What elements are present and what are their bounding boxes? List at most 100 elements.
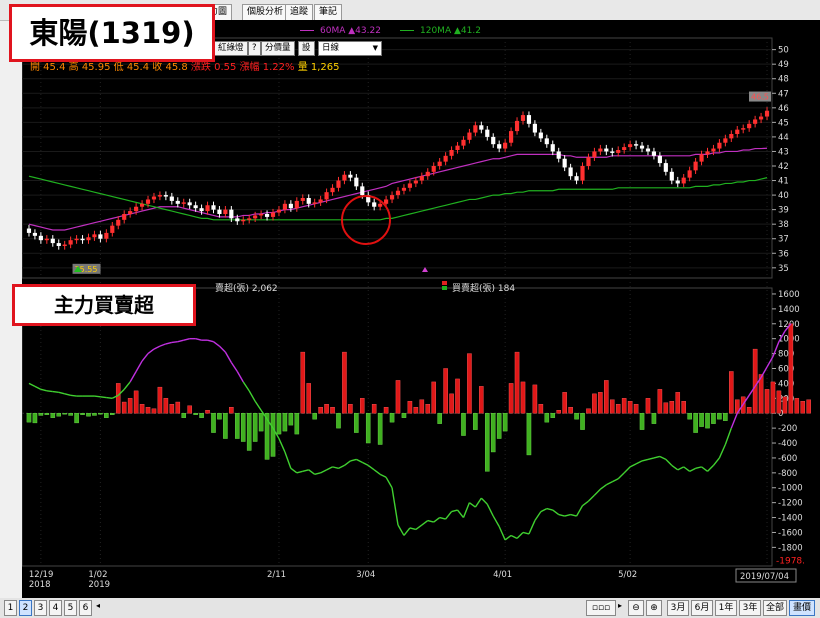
buy-sell-bar (633, 404, 639, 414)
buy-sell-bar (484, 413, 490, 472)
price-tick-label: 41 (778, 177, 789, 187)
range-3y-button[interactable]: 3年 (739, 600, 761, 616)
red-green-button[interactable]: 紅綠燈 (214, 41, 248, 56)
help-button[interactable]: ? (248, 41, 261, 56)
buy-sell-bar (294, 413, 300, 435)
buy-sell-bar (705, 413, 710, 429)
candle-body (247, 218, 252, 220)
candle-body (223, 209, 228, 214)
price-tick-label: 48 (778, 75, 789, 85)
cumulative-line-segment (606, 481, 613, 486)
tab-notes[interactable]: 筆記 (314, 4, 343, 20)
volume-tick-label: 1600 (778, 290, 800, 300)
page-button-2[interactable]: 2 (19, 600, 32, 616)
high-marker: 46.5 (749, 91, 771, 102)
cumulative-line-segment (409, 527, 417, 531)
settings-button[interactable]: 設 (298, 41, 315, 56)
range-3m-button[interactable]: 3月 (667, 600, 689, 616)
volume-tick-label: -400 (778, 439, 797, 449)
buy-sell-bar (193, 413, 198, 415)
scroll-thumb[interactable]: ▫▫▫ (586, 600, 616, 616)
cumulative-line-segment (46, 390, 53, 393)
price-volume-button[interactable]: 分價量 (261, 41, 295, 56)
price-tick-label: 43 (778, 147, 789, 157)
candle-body (276, 209, 282, 213)
price-tick-label: 50 (778, 46, 789, 56)
scroll-left-icon[interactable]: ◂ (96, 601, 100, 610)
buy-sell-bar (377, 413, 383, 445)
range-1y-button[interactable]: 1年 (715, 600, 737, 616)
buy-sell-bar (627, 401, 633, 414)
candle-body (568, 167, 573, 177)
buy-sell-bar (68, 413, 73, 416)
candle-body (163, 195, 168, 197)
cumulative-line-segment (290, 467, 298, 474)
cumulative-line-segment (456, 509, 465, 518)
price-tick-label: 44 (778, 133, 789, 143)
tab-stock-analysis[interactable]: 個股分析 (242, 4, 289, 20)
cumulative-line-segment (516, 531, 524, 539)
candle-body (604, 148, 609, 152)
candle-body (479, 125, 484, 130)
cumulative-line-segment (218, 345, 226, 353)
buy-sell-bar (205, 410, 210, 414)
cumulative-line-segment (665, 458, 673, 466)
cumulative-line-segment (350, 458, 357, 462)
buy-sell-bar (139, 404, 145, 414)
candle-body (520, 115, 526, 121)
cumulative-line-segment (344, 460, 351, 466)
cumulative-line-segment (242, 381, 250, 392)
candle-body (538, 132, 543, 139)
cumulative-line-segment (510, 534, 518, 540)
ma60-legend: 60MA ▲43.22 (320, 26, 381, 36)
page-button-4[interactable]: 4 (49, 600, 62, 616)
range-all-button[interactable]: 全部 (763, 600, 787, 616)
cumulative-line-segment (248, 390, 256, 402)
candle-body (205, 205, 210, 212)
candle-body (235, 218, 240, 222)
cumulative-line-segment (236, 371, 244, 383)
buy-sell-bar (187, 405, 192, 414)
buy-sell-bar (604, 380, 609, 414)
buy-sell-bar (538, 404, 544, 414)
page-button-1[interactable]: 1 (4, 600, 17, 616)
buy-sell-bar (806, 399, 811, 414)
volume-tick-label: -1200 (778, 499, 803, 509)
cumulative-line-segment (451, 509, 458, 513)
buy-sell-bar (455, 378, 460, 414)
page-button-6[interactable]: 6 (79, 600, 92, 616)
buy-sell-bar (693, 413, 698, 433)
buy-sell-bar (115, 383, 121, 414)
zoom-out-icon[interactable]: ⊖ (628, 600, 644, 616)
range-6m-button[interactable]: 6月 (691, 600, 713, 616)
buy-sell-bar (312, 413, 317, 420)
scroll-right-icon[interactable]: ▸ (618, 601, 622, 610)
candle-body (764, 110, 770, 117)
page-button-3[interactable]: 3 (34, 600, 47, 616)
draw-price-button[interactable]: 畫價 (789, 600, 815, 616)
buy-sell-bar (145, 407, 151, 414)
candle-body (556, 151, 561, 159)
cumulative-line-segment (653, 455, 661, 459)
buy-sell-bar (318, 407, 323, 414)
page-button-5[interactable]: 5 (64, 600, 77, 616)
candle-body (598, 148, 603, 152)
buy-sell-bar (258, 413, 264, 432)
buy-sell-bar (371, 404, 377, 414)
buy-sell-bar (80, 413, 85, 415)
candle-body (193, 205, 198, 209)
buy-sell-bar (199, 413, 204, 418)
cumulative-line-segment (570, 513, 577, 517)
tab-tracking[interactable]: 追蹤 (285, 4, 314, 20)
cumulative-line-segment (165, 341, 172, 345)
buy-sell-bar (26, 413, 32, 423)
price-tick-label: 42 (778, 162, 789, 172)
candle-body (741, 128, 746, 130)
period-select[interactable]: 日線 ▼ (318, 41, 382, 56)
candle-body (693, 161, 698, 171)
cumulative-line-segment (683, 466, 691, 472)
candle-body (187, 202, 192, 206)
cumulative-line-segment (64, 393, 71, 397)
ma60-swatch (300, 30, 314, 31)
zoom-in-icon[interactable]: ⊕ (646, 600, 662, 616)
